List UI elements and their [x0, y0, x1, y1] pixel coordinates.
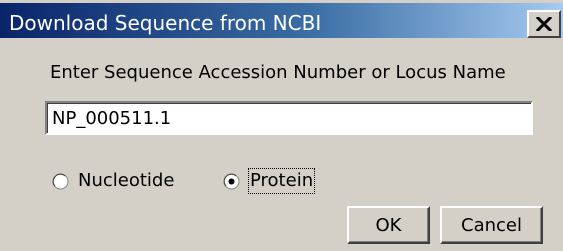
- window-title: Download Sequence from NCBI: [9, 11, 322, 35]
- radio-nucleotide[interactable]: Nucleotide: [52, 169, 174, 193]
- radio-protein-label: Protein: [247, 168, 316, 194]
- accession-input[interactable]: [45, 101, 533, 135]
- close-icon: [536, 17, 552, 31]
- accession-prompt-label: Enter Sequence Accession Number or Locus…: [50, 62, 506, 83]
- radio-nucleotide-label: Nucleotide: [78, 170, 175, 191]
- radio-checked-icon[interactable]: [223, 173, 240, 190]
- radio-unchecked-icon[interactable]: [52, 173, 69, 190]
- title-bar[interactable]: Download Sequence from NCBI: [0, 0, 563, 38]
- cancel-button[interactable]: Cancel: [440, 206, 543, 244]
- close-button[interactable]: [527, 10, 561, 38]
- ok-button[interactable]: OK: [347, 206, 430, 244]
- radio-protein[interactable]: Protein: [223, 168, 316, 194]
- download-sequence-dialog: Download Sequence from NCBI Enter Sequen…: [0, 0, 563, 251]
